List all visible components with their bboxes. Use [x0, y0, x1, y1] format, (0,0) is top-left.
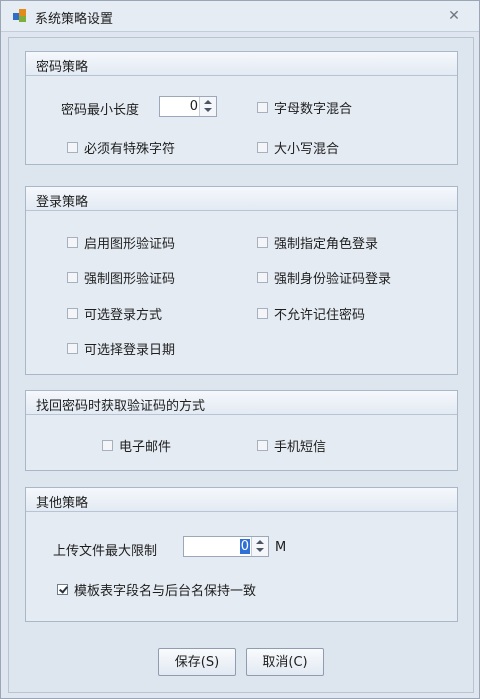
force-captcha-label: 强制图形验证码 — [84, 272, 176, 287]
special-char-label: 必须有特殊字符 — [84, 142, 176, 157]
case-mix-label: 大小写混合 — [274, 142, 340, 157]
checkbox-icon[interactable] — [67, 237, 78, 248]
recovery-policy-group: 找回密码时获取验证码的方式 电子邮件 手机短信 — [25, 390, 458, 471]
force-role-login-label: 强制指定角色登录 — [274, 237, 379, 252]
sms-checkbox[interactable]: 手机短信 — [257, 436, 326, 455]
checkbox-icon[interactable] — [257, 237, 268, 248]
min-length-stepper[interactable] — [199, 97, 216, 116]
upload-limit-spinner[interactable]: 0 — [183, 536, 269, 557]
settings-dialog: 系统策略设置 ✕ 密码策略 密码最小长度 0 字母数字混合 必须有特殊字符 大小… — [0, 0, 480, 699]
window-title: 系统策略设置 — [35, 12, 114, 27]
force-id-code-login-checkbox[interactable]: 强制身份验证码登录 — [257, 268, 391, 287]
app-icon — [13, 9, 27, 23]
min-length-value[interactable]: 0 — [190, 99, 198, 114]
alnum-mix-label: 字母数字混合 — [274, 102, 353, 117]
template-field-sync-checkbox[interactable]: 模板表字段名与后台名保持一致 — [57, 580, 256, 599]
no-remember-password-label: 不允许记住密码 — [274, 308, 366, 323]
checkbox-icon[interactable] — [67, 308, 78, 319]
recovery-policy-header: 找回密码时获取验证码的方式 — [26, 391, 457, 415]
enable-captcha-checkbox[interactable]: 启用图形验证码 — [67, 233, 175, 252]
upload-limit-value[interactable]: 0 — [239, 539, 250, 554]
spin-up-icon[interactable] — [256, 540, 264, 544]
spin-down-icon[interactable] — [204, 108, 212, 112]
optional-login-method-label: 可选登录方式 — [84, 308, 163, 323]
min-length-spinner[interactable]: 0 — [159, 96, 217, 117]
spin-down-icon[interactable] — [256, 548, 264, 552]
checkbox-icon[interactable] — [67, 272, 78, 283]
checkbox-icon[interactable] — [67, 142, 78, 153]
save-button[interactable]: 保存(S) — [158, 648, 236, 676]
checkbox-icon[interactable] — [257, 142, 268, 153]
template-field-sync-label: 模板表字段名与后台名保持一致 — [74, 584, 257, 599]
special-char-checkbox[interactable]: 必须有特殊字符 — [67, 138, 175, 157]
case-mix-checkbox[interactable]: 大小写混合 — [257, 138, 339, 157]
upload-limit-label: 上传文件最大限制 — [53, 544, 158, 559]
sms-label: 手机短信 — [274, 440, 327, 455]
login-policy-title: 登录策略 — [36, 195, 89, 210]
recovery-policy-title: 找回密码时获取验证码的方式 — [36, 399, 206, 414]
alnum-mix-checkbox[interactable]: 字母数字混合 — [257, 98, 352, 117]
other-policy-group: 其他策略 上传文件最大限制 0 M 模板表字段名与后台名保持一致 — [25, 487, 458, 622]
checkbox-checked-icon[interactable] — [57, 584, 68, 595]
email-label: 电子邮件 — [119, 440, 172, 455]
force-id-code-login-label: 强制身份验证码登录 — [274, 272, 392, 287]
no-remember-password-checkbox[interactable]: 不允许记住密码 — [257, 304, 365, 323]
email-checkbox[interactable]: 电子邮件 — [102, 436, 171, 455]
other-policy-title: 其他策略 — [36, 496, 89, 511]
checkbox-icon[interactable] — [257, 308, 268, 319]
force-role-login-checkbox[interactable]: 强制指定角色登录 — [257, 233, 378, 252]
checkbox-icon[interactable] — [257, 102, 268, 113]
checkbox-icon[interactable] — [102, 440, 113, 451]
min-length-label: 密码最小长度 — [61, 103, 140, 118]
password-policy-group: 密码策略 密码最小长度 0 字母数字混合 必须有特殊字符 大小写混合 — [25, 51, 458, 165]
optional-login-method-checkbox[interactable]: 可选登录方式 — [67, 304, 162, 323]
optional-login-date-checkbox[interactable]: 可选择登录日期 — [67, 339, 175, 358]
checkbox-icon[interactable] — [257, 272, 268, 283]
checkbox-icon[interactable] — [67, 343, 78, 354]
dialog-body: 密码策略 密码最小长度 0 字母数字混合 必须有特殊字符 大小写混合 登录策略 … — [8, 37, 474, 693]
close-icon[interactable]: ✕ — [445, 7, 463, 25]
password-policy-title: 密码策略 — [36, 60, 89, 75]
upload-limit-unit: M — [275, 540, 287, 555]
force-captcha-checkbox[interactable]: 强制图形验证码 — [67, 268, 175, 287]
title-bar: 系统策略设置 ✕ — [1, 1, 479, 32]
other-policy-header: 其他策略 — [26, 488, 457, 512]
password-policy-header: 密码策略 — [26, 52, 457, 76]
spin-up-icon[interactable] — [204, 100, 212, 104]
login-policy-group: 登录策略 启用图形验证码 强制指定角色登录 强制图形验证码 强制身份验证码登录 … — [25, 186, 458, 375]
optional-login-date-label: 可选择登录日期 — [84, 343, 176, 358]
cancel-button[interactable]: 取消(C) — [246, 648, 324, 676]
checkbox-icon[interactable] — [257, 440, 268, 451]
upload-limit-stepper[interactable] — [251, 537, 268, 556]
enable-captcha-label: 启用图形验证码 — [84, 237, 176, 252]
login-policy-header: 登录策略 — [26, 187, 457, 211]
